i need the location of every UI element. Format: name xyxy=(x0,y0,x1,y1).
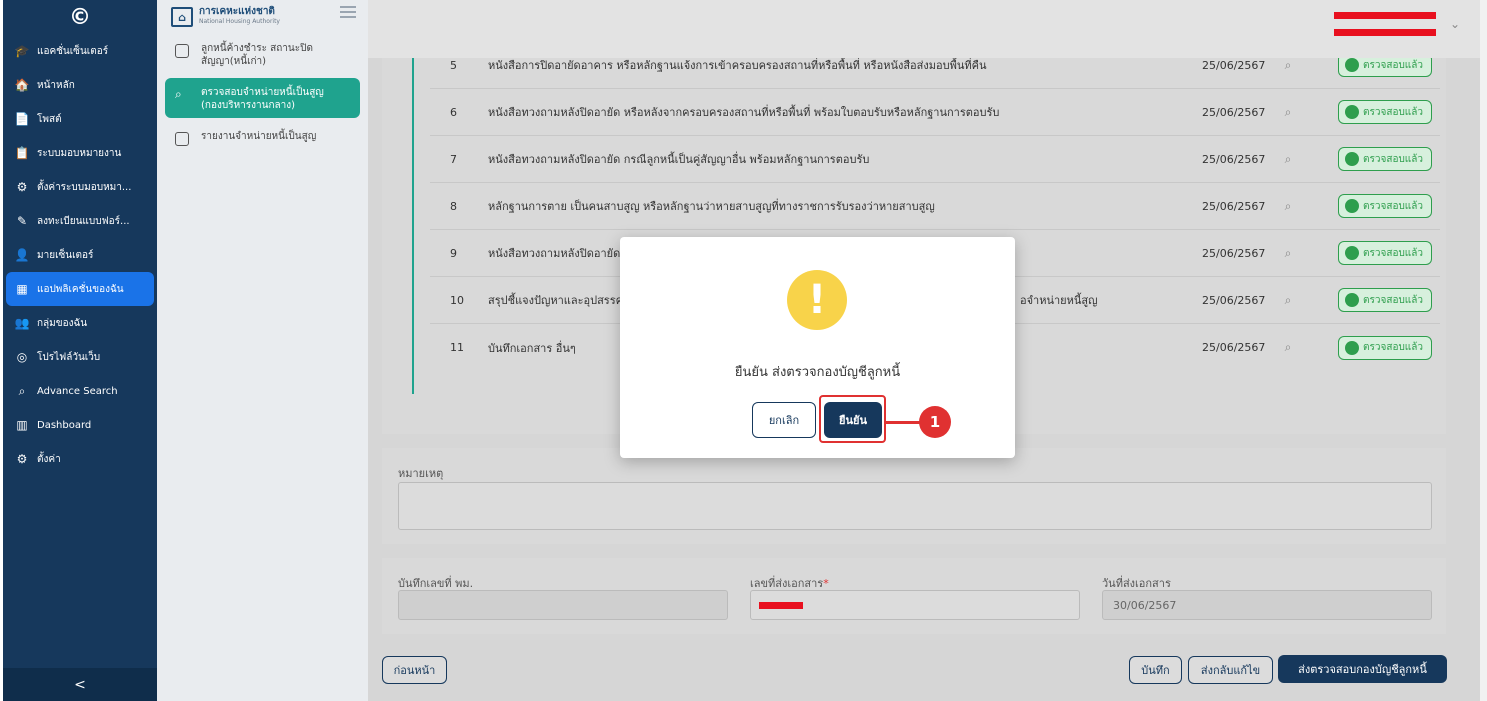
status-badge: ตรวจสอบแล้ว xyxy=(1338,335,1432,360)
status-badge: ตรวจสอบแล้ว xyxy=(1338,288,1432,312)
warning-icon: ! xyxy=(787,270,847,330)
app-logo: © xyxy=(69,4,91,30)
sidebar-collapse-button[interactable]: < xyxy=(3,668,157,701)
home-icon: 🏠 xyxy=(14,78,30,92)
search-icon[interactable]: ⌕ xyxy=(1250,152,1310,167)
memo-field xyxy=(398,590,728,620)
scrollbar[interactable] xyxy=(1480,0,1487,701)
nav-item-profile[interactable]: ◎ โปรไฟล์วันเว็บ xyxy=(3,340,157,374)
return-button[interactable]: ส่งกลับแก้ไข xyxy=(1188,656,1273,684)
nav-item-label: ตั้งค่า xyxy=(37,453,61,465)
apps-grid-icon: ▦ xyxy=(16,282,28,296)
report-icon xyxy=(175,132,189,146)
subnav-item-label: ลูกหนี้ค้างชำระ สถานะปิดสัญญา(หนี้เก่า) xyxy=(201,43,313,67)
gear-icon: ⚙ xyxy=(16,452,28,466)
nav-item-dashboard[interactable]: ▥ Dashboard xyxy=(3,408,157,442)
search-icon[interactable]: ⌕ xyxy=(1250,199,1310,214)
nav-item-form-register[interactable]: ✎ ลงทะเบียนแบบฟอร์... xyxy=(3,204,157,238)
search-icon[interactable]: ⌕ xyxy=(1250,246,1310,261)
timeline-line xyxy=(412,58,414,394)
dialog-message: ยืนยัน ส่งตรวจกองบัญชีลูกหนี้ xyxy=(734,365,901,380)
nav-item-my-groups[interactable]: 👥 กลุ่มของฉัน xyxy=(3,306,157,340)
post-icon: 📄 xyxy=(14,112,30,126)
subnav-item-label: ตรวจสอบจำหน่ายหนี้เป็นสูญ (กองบริหารงานก… xyxy=(201,87,324,111)
search-icon: ⌕ xyxy=(175,87,182,101)
user-menu[interactable]: ⌄ xyxy=(1333,12,1460,36)
nav-item-assignment-settings[interactable]: ⚙ ตั้งค่าระบบมอบหมา... xyxy=(3,170,157,204)
redacted-value xyxy=(759,602,803,609)
nav-item-label: แอปพลิเคชั่นของฉัน xyxy=(37,283,124,295)
gear-icon: ⚙ xyxy=(16,180,28,194)
nav-item-label: โปรไฟล์วันเว็บ xyxy=(37,351,101,363)
confirm-button[interactable]: ยืนยัน xyxy=(824,402,882,438)
user-icon: 👤 xyxy=(14,248,30,262)
subnav-item-bad-debt-report[interactable]: รายงานจำหน่ายหนี้เป็นสูญ xyxy=(157,122,368,152)
sub-sidebar: ⌂ การเคหะแห่งชาติ National Housing Autho… xyxy=(157,0,368,701)
table-row: 6 หนังสือทวงถามหลังปิดอายัด หรือหลังจากค… xyxy=(430,89,1440,136)
status-badge: ตรวจสอบแล้ว xyxy=(1338,147,1432,171)
redacted-name xyxy=(1333,12,1436,19)
nav-item-my-center[interactable]: 👤 มายเซ็นเตอร์ xyxy=(3,238,157,272)
subnav-item-overdue[interactable]: ลูกหนี้ค้างชำระ สถานะปิดสัญญา(หนี้เก่า) xyxy=(157,34,368,74)
table-row: 8 หลักฐานการตาย เป็นคนสาบสูญ หรือหลักฐาน… xyxy=(430,183,1440,230)
brand-logo-icon: ⌂ xyxy=(171,7,193,27)
chevron-down-icon[interactable]: ⌄ xyxy=(1450,17,1460,31)
nav-item-label: มายเซ็นเตอร์ xyxy=(37,249,94,261)
search-icon[interactable]: ⌕ xyxy=(1250,105,1310,120)
menu-icon[interactable] xyxy=(340,6,356,18)
table-row: 7 หนังสือทวงถามหลังปิดอายัด กรณีลูกหนี้เ… xyxy=(430,136,1440,183)
back-button[interactable]: ก่อนหน้า xyxy=(382,656,447,684)
cancel-button[interactable]: ยกเลิก xyxy=(752,402,816,438)
main-sidebar: © 🎓 แอคชั่นเซ็นเตอร์ 🏠 หน้าหลัก 📄 โพสต์ 📋 ระ… xyxy=(3,0,157,701)
status-badge: ตรวจสอบแล้ว xyxy=(1338,241,1432,265)
docno-input[interactable] xyxy=(750,590,1080,620)
brand: ⌂ การเคหะแห่งชาติ National Housing Autho… xyxy=(157,0,368,34)
search-icon: ⌕ xyxy=(18,383,26,398)
subnav-item-bad-debt-check[interactable]: ⌕ ตรวจสอบจำหน่ายหนี้เป็นสูญ (กองบริหารงาน… xyxy=(165,78,360,118)
nav-item-label: แอคชั่นเซ็นเตอร์ xyxy=(37,45,109,57)
nav-item-settings[interactable]: ⚙ ตั้งค่า xyxy=(3,442,157,476)
nav-item-label: ตั้งค่าระบบมอบหมา... xyxy=(37,181,132,193)
brand-name-en: National Housing Authority xyxy=(199,18,280,25)
nav-item-assignment[interactable]: 📋 ระบบมอบหมายงาน xyxy=(3,136,157,170)
group-icon: 👥 xyxy=(14,316,30,330)
calendar-icon xyxy=(175,44,189,58)
search-icon[interactable]: ⌕ xyxy=(1250,58,1310,73)
nav-item-advance-search[interactable]: ⌕ Advance Search xyxy=(3,374,157,408)
search-icon[interactable]: ⌕ xyxy=(1250,293,1310,308)
profile-icon: ◎ xyxy=(16,350,28,364)
nav-item-post[interactable]: 📄 โพสต์ xyxy=(3,102,157,136)
nav-item-my-apps[interactable]: ▦ แอปพลิเคชั่นของฉัน xyxy=(6,272,154,306)
nav-item-label: Advance Search xyxy=(37,385,118,397)
nav-item-label: ลงทะเบียนแบบฟอร์... xyxy=(37,215,130,227)
document-icon: 📋 xyxy=(14,146,30,160)
graduation-icon: 🎓 xyxy=(14,44,30,58)
bar-chart-icon: ▥ xyxy=(16,418,28,432)
top-bar: ⌄ xyxy=(368,0,1480,58)
step-badge: 1 xyxy=(919,406,951,438)
nav-item-label: หน้าหลัก xyxy=(37,79,75,91)
redacted-role xyxy=(1333,29,1436,36)
nav-item-label: Dashboard xyxy=(37,419,92,431)
nav-item-home[interactable]: 🏠 หน้าหลัก xyxy=(3,68,157,102)
callout-line xyxy=(886,421,922,424)
nav-item-label: ระบบมอบหมายงาน xyxy=(37,147,122,159)
date-field: 30/06/2567 xyxy=(1102,590,1432,620)
save-button[interactable]: บันทึก xyxy=(1129,656,1182,684)
form-edit-icon: ✎ xyxy=(16,214,28,228)
subnav-item-label: รายงานจำหน่ายหนี้เป็นสูญ xyxy=(201,131,317,142)
submit-button[interactable]: ส่งตรวจสอบกองบัญชีลูกหนี้ xyxy=(1278,655,1447,683)
confirm-dialog: ! ยืนยัน ส่งตรวจกองบัญชีลูกหนี้ ยกเลิก ย… xyxy=(620,237,1015,458)
nav-item-action-center[interactable]: 🎓 แอคชั่นเซ็นเตอร์ xyxy=(3,34,157,68)
note-label: หมายเหตุ xyxy=(398,467,444,480)
status-badge: ตรวจสอบแล้ว xyxy=(1338,100,1432,124)
status-badge: ตรวจสอบแล้ว xyxy=(1338,194,1432,218)
document-info-card: บันทึกเลขที่ พม. เลขที่ส่งเอกสาร* วันที่… xyxy=(382,558,1446,634)
brand-name-th: การเคหะแห่งชาติ xyxy=(199,6,275,17)
note-card: หมายเหตุ xyxy=(382,448,1446,544)
nav-item-label: โพสต์ xyxy=(37,113,62,125)
note-textarea[interactable] xyxy=(398,482,1432,530)
search-icon[interactable]: ⌕ xyxy=(1250,340,1310,355)
nav-item-label: กลุ่มของฉัน xyxy=(37,317,88,329)
